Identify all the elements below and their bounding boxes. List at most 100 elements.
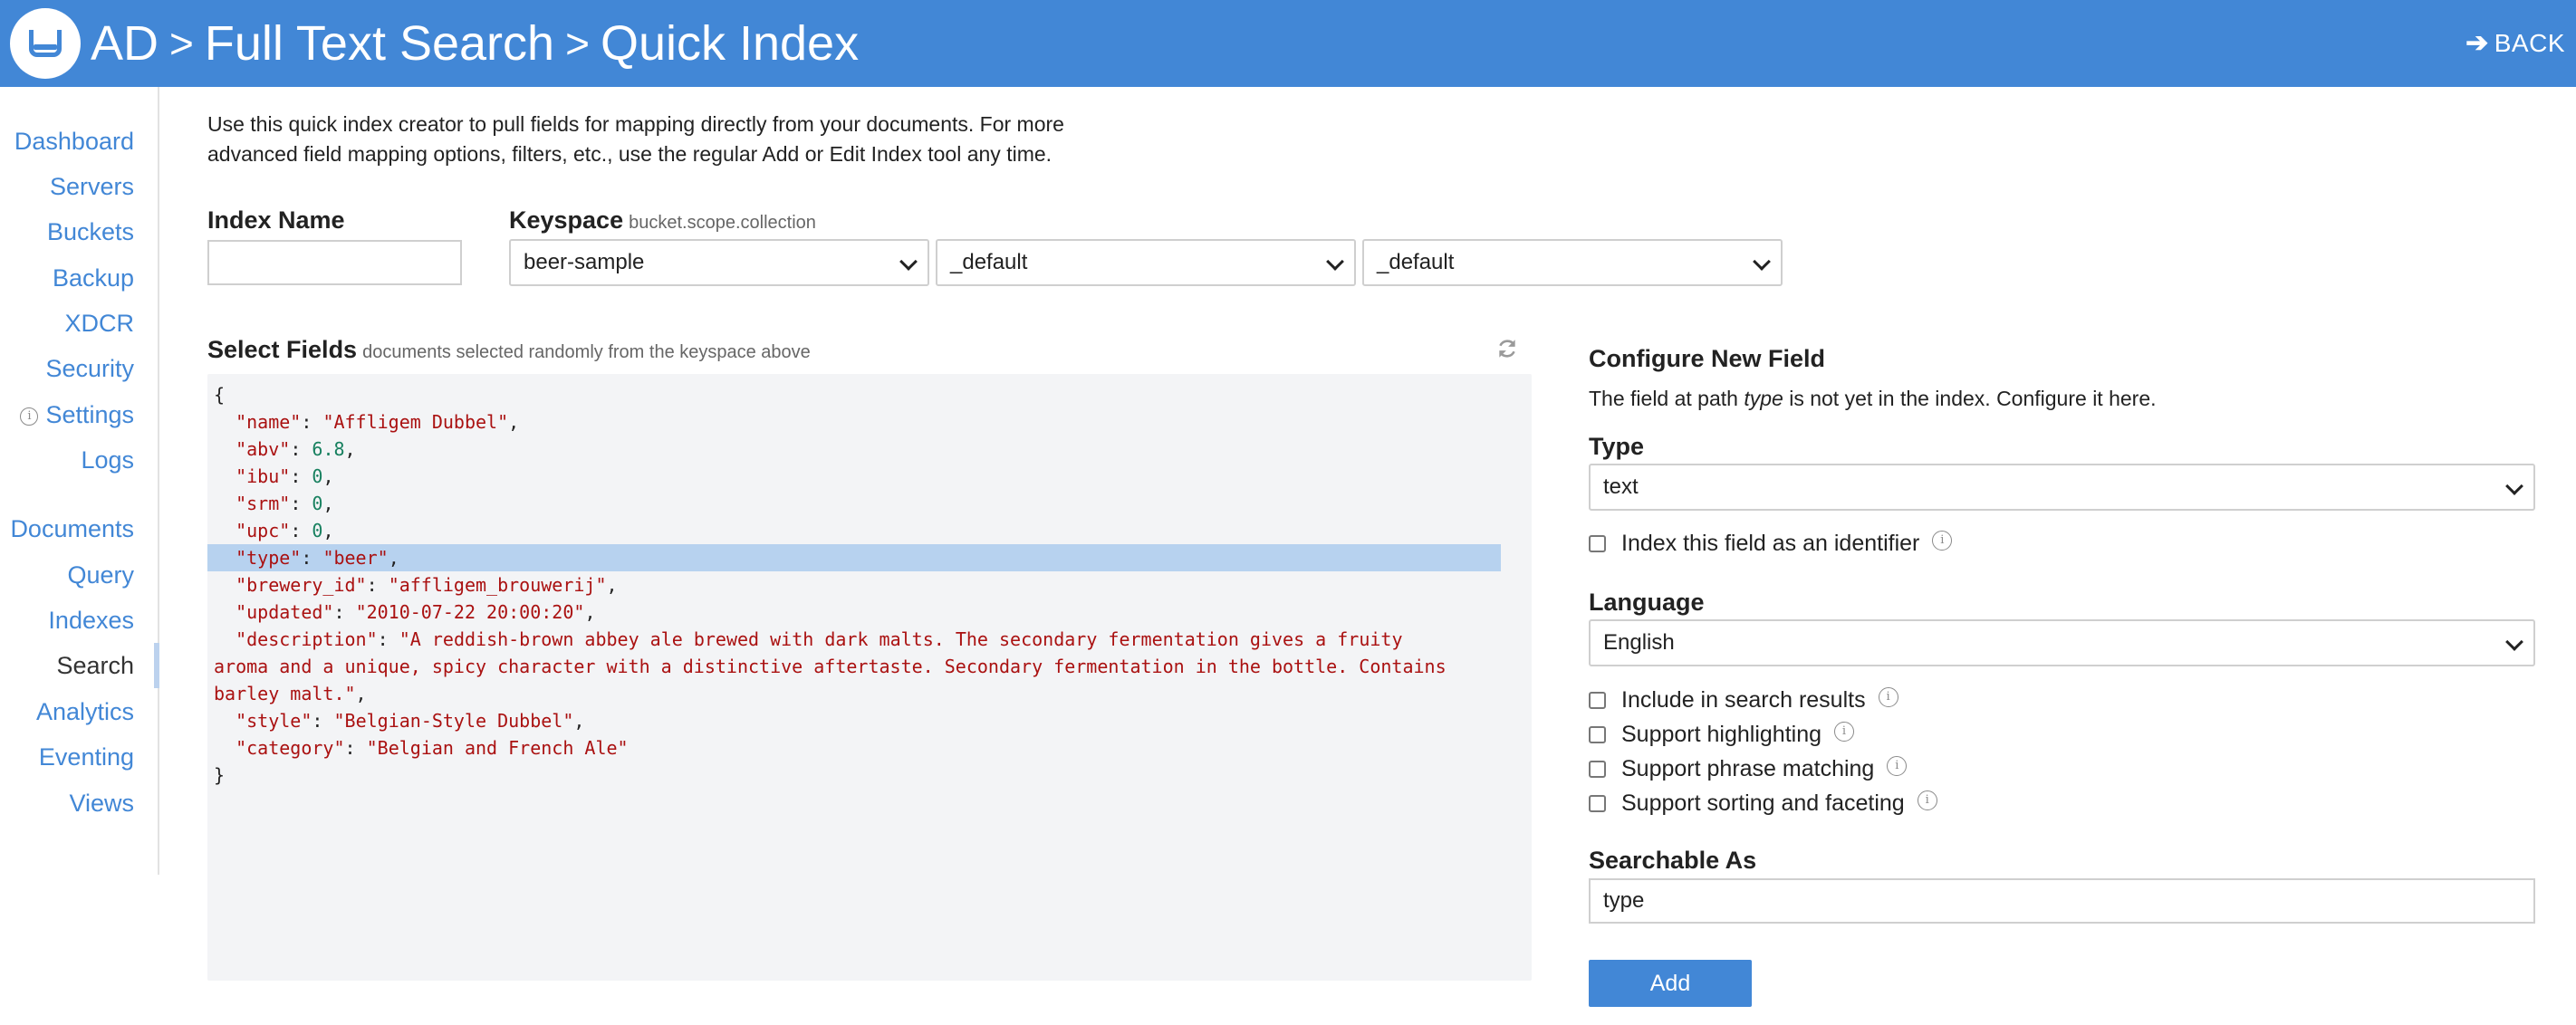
include-in-results-checkbox[interactable] bbox=[1589, 692, 1606, 709]
highlighting-checkbox[interactable] bbox=[1589, 726, 1606, 743]
json-value: "Belgian-Style Dubbel" bbox=[333, 710, 574, 732]
sidebar-item-documents[interactable]: Documents bbox=[10, 512, 134, 545]
json-value: "Belgian and French Ale" bbox=[366, 737, 629, 759]
json-field-ibu[interactable]: "ibu": 0, bbox=[214, 463, 333, 490]
language-select[interactable]: English bbox=[1589, 619, 2535, 666]
json-key: "ibu" bbox=[235, 465, 291, 487]
sidebar-item-servers[interactable]: Servers bbox=[50, 170, 134, 203]
info-icon[interactable]: i bbox=[1878, 686, 1898, 707]
json-field-brewery-id[interactable]: "brewery_id": "affligem_brouwerij", bbox=[214, 571, 617, 599]
sidebar-item-search[interactable]: Search bbox=[56, 649, 134, 682]
phrase-matching-option[interactable]: Support phrase matching i bbox=[1589, 755, 1908, 782]
json-key: "type" bbox=[235, 547, 302, 569]
highlighting-option[interactable]: Support highlighting i bbox=[1589, 721, 1854, 748]
language-label: Language bbox=[1589, 589, 1705, 616]
json-field-type-selected[interactable]: "type": "beer", bbox=[207, 544, 1501, 571]
include-in-results-option[interactable]: Include in search results i bbox=[1589, 686, 1898, 714]
sidebar-item-logs[interactable]: Logs bbox=[81, 444, 134, 476]
json-value: 0 bbox=[312, 493, 323, 514]
breadcrumb-cluster[interactable]: AD bbox=[91, 16, 159, 71]
back-button[interactable]: ➔ BACK bbox=[2465, 25, 2565, 62]
type-label: Type bbox=[1589, 433, 1645, 460]
sorting-faceting-checkbox[interactable] bbox=[1589, 795, 1606, 812]
json-field-category[interactable]: "category": "Belgian and French Ale" bbox=[214, 734, 629, 762]
sidebar-item-analytics[interactable]: Analytics bbox=[36, 695, 134, 728]
identifier-option[interactable]: Index this field as an identifier i bbox=[1589, 530, 1953, 557]
brace: { bbox=[214, 384, 226, 406]
select-fields-label-text: Select Fields bbox=[207, 336, 358, 363]
intro-text: Use this quick index creator to pull fie… bbox=[207, 112, 1064, 166]
collection-select[interactable]: _default bbox=[1362, 239, 1783, 286]
breadcrumb-fts[interactable]: Full Text Search bbox=[205, 16, 554, 71]
active-indicator bbox=[154, 643, 159, 688]
add-button[interactable]: Add bbox=[1589, 960, 1752, 1007]
sidebar-item-security[interactable]: Security bbox=[45, 352, 134, 385]
couchbase-logo[interactable] bbox=[10, 8, 81, 79]
info-icon[interactable]: i bbox=[1834, 721, 1854, 742]
identifier-checkbox[interactable] bbox=[1589, 535, 1606, 552]
index-name-label: Index Name bbox=[207, 206, 345, 234]
json-key: "name" bbox=[235, 411, 302, 433]
desc-text: is not yet in the index. Configure it he… bbox=[1783, 387, 2157, 410]
index-name-input[interactable] bbox=[207, 240, 462, 285]
chevron-right-icon: > bbox=[169, 20, 194, 67]
json-field-description-cont[interactable]: barley malt.", bbox=[214, 680, 367, 707]
json-field-abv[interactable]: "abv": 6.8, bbox=[214, 436, 355, 463]
json-field-srm[interactable]: "srm": 0, bbox=[214, 490, 333, 517]
json-field-updated[interactable]: "updated": "2010-07-22 20:00:20", bbox=[214, 599, 595, 626]
json-field-upc[interactable]: "upc": 0, bbox=[214, 517, 333, 544]
chevron-down-icon bbox=[1326, 253, 1344, 271]
json-field-description-cont[interactable]: aroma and a unique, spicy character with… bbox=[214, 653, 1447, 680]
type-select[interactable]: text bbox=[1589, 464, 2535, 511]
option-label: Support sorting and faceting bbox=[1621, 790, 1905, 816]
refresh-icon[interactable] bbox=[1495, 337, 1519, 360]
bucket-select-value: beer-sample bbox=[524, 250, 645, 274]
sorting-faceting-option[interactable]: Support sorting and faceting i bbox=[1589, 790, 1937, 817]
json-key: "category" bbox=[235, 737, 345, 759]
arrow-left-icon: ➔ bbox=[2465, 28, 2489, 58]
chevron-down-icon bbox=[899, 253, 918, 271]
info-icon[interactable]: i bbox=[1932, 530, 1953, 551]
sidebar-item-buckets[interactable]: Buckets bbox=[47, 216, 134, 248]
document-viewer[interactable]: { "name": "Affligem Dubbel", "abv": 6.8,… bbox=[207, 374, 1532, 981]
select-fields-hint: documents selected randomly from the key… bbox=[362, 342, 811, 362]
chevron-down-icon bbox=[2505, 633, 2523, 651]
sidebar-item-dashboard[interactable]: Dashboard bbox=[14, 125, 134, 158]
info-icon[interactable]: i bbox=[1917, 790, 1937, 810]
type-select-value: text bbox=[1603, 474, 1639, 499]
info-icon[interactable]: i bbox=[1887, 755, 1908, 776]
json-key: "updated" bbox=[235, 601, 334, 623]
json-key: "style" bbox=[235, 710, 312, 732]
json-field-name[interactable]: "name": "Affligem Dubbel", bbox=[214, 408, 519, 436]
scope-select-value: _default bbox=[950, 250, 1028, 274]
sidebar-item-xdcr[interactable]: XDCR bbox=[64, 307, 134, 340]
json-key: "description" bbox=[235, 628, 378, 650]
sidebar-item-settings[interactable]: i Settings bbox=[20, 398, 134, 431]
sidebar-item-query[interactable]: Query bbox=[67, 559, 134, 591]
option-label: Include in search results bbox=[1621, 687, 1866, 713]
sidebar-item-indexes[interactable]: Indexes bbox=[48, 604, 134, 637]
json-value: 0 bbox=[312, 520, 323, 541]
logo-bar-shape bbox=[34, 44, 57, 50]
sidebar-item-label: Settings bbox=[45, 401, 134, 428]
identifier-label: Index this field as an identifier bbox=[1621, 531, 1920, 556]
chevron-down-icon bbox=[2505, 477, 2523, 495]
bucket-select[interactable]: beer-sample bbox=[509, 239, 929, 286]
breadcrumb-quick-index: Quick Index bbox=[600, 16, 860, 71]
searchable-as-input[interactable] bbox=[1589, 878, 2535, 924]
json-value: aroma and a unique, spicy character with… bbox=[214, 656, 1447, 677]
language-select-value: English bbox=[1603, 630, 1675, 655]
json-field-style[interactable]: "style": "Belgian-Style Dubbel", bbox=[214, 707, 584, 734]
json-value: 6.8 bbox=[312, 438, 345, 460]
phrase-matching-checkbox[interactable] bbox=[1589, 761, 1606, 778]
sidebar-item-backup[interactable]: Backup bbox=[53, 262, 134, 294]
json-key: "brewery_id" bbox=[235, 574, 367, 596]
configure-field-description: The field at path type is not yet in the… bbox=[1589, 387, 2157, 411]
sidebar-item-views[interactable]: Views bbox=[69, 787, 134, 819]
scope-select[interactable]: _default bbox=[936, 239, 1356, 286]
sidebar-item-eventing[interactable]: Eventing bbox=[39, 741, 134, 773]
sidebar-nav: Dashboard Servers Buckets Backup XDCR Se… bbox=[0, 87, 159, 875]
collection-select-value: _default bbox=[1377, 250, 1455, 274]
option-label: Support highlighting bbox=[1621, 722, 1821, 747]
json-field-description[interactable]: "description": "A reddish-brown abbey al… bbox=[214, 626, 1402, 653]
